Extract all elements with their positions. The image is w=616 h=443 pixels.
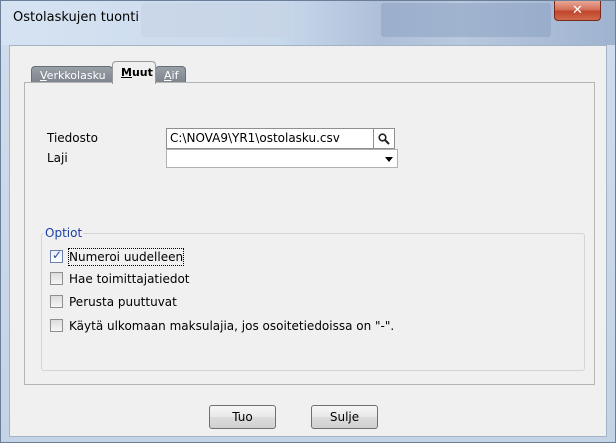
tab-muut[interactable]: Muut bbox=[112, 61, 156, 84]
type-label: Laji bbox=[47, 151, 68, 165]
tab-verkkolasku[interactable]: Verkkolasku bbox=[31, 66, 113, 83]
dialog-client-area: Verkkolasku Muut Aif Tiedosto C:\NOVA9\Y… bbox=[9, 45, 607, 437]
create-missing-checkbox[interactable] bbox=[50, 295, 63, 308]
fetch-supplier-info-label: Hae toimittajatiedot bbox=[69, 272, 190, 286]
browse-file-button[interactable] bbox=[374, 128, 395, 149]
close-icon: ✕ bbox=[572, 3, 583, 18]
import-button[interactable]: Tuo bbox=[209, 405, 276, 429]
close-window-button[interactable]: ✕ bbox=[554, 1, 601, 21]
foreign-payment-type-checkbox[interactable] bbox=[50, 319, 63, 332]
type-combobox[interactable] bbox=[166, 149, 398, 168]
renumber-checkbox[interactable]: ✓ bbox=[50, 248, 63, 263]
tab-aif[interactable]: Aif bbox=[155, 66, 186, 83]
options-group: Optiot ✓ Numeroi uudelleen Hae toimittaj… bbox=[41, 226, 585, 371]
checkmark-icon: ✓ bbox=[52, 248, 63, 262]
chevron-down-icon bbox=[385, 157, 393, 162]
file-path-field[interactable]: C:\NOVA9\YR1\ostolasku.csv bbox=[166, 128, 374, 149]
options-group-label: Optiot bbox=[44, 226, 84, 240]
search-icon bbox=[378, 132, 390, 145]
renumber-label: Numeroi uudelleen bbox=[67, 248, 185, 266]
create-missing-label: Perusta puuttuvat bbox=[69, 295, 177, 309]
close-button[interactable]: Sulje bbox=[311, 405, 378, 429]
window-title: Ostolaskujen tuonti bbox=[13, 10, 139, 25]
foreign-payment-type-label: Käytä ulkomaan maksulajia, jos osoitetie… bbox=[69, 319, 395, 333]
file-label: Tiedosto bbox=[47, 131, 98, 145]
tab-panel-muut: Tiedosto C:\NOVA9\YR1\ostolasku.csv Laji… bbox=[24, 82, 595, 385]
fetch-supplier-info-checkbox[interactable] bbox=[50, 272, 63, 285]
import-dialog-window: Ostolaskujen tuonti ✕ Verkkolasku Muut A… bbox=[0, 0, 616, 443]
title-bar[interactable]: Ostolaskujen tuonti ✕ bbox=[1, 1, 615, 45]
